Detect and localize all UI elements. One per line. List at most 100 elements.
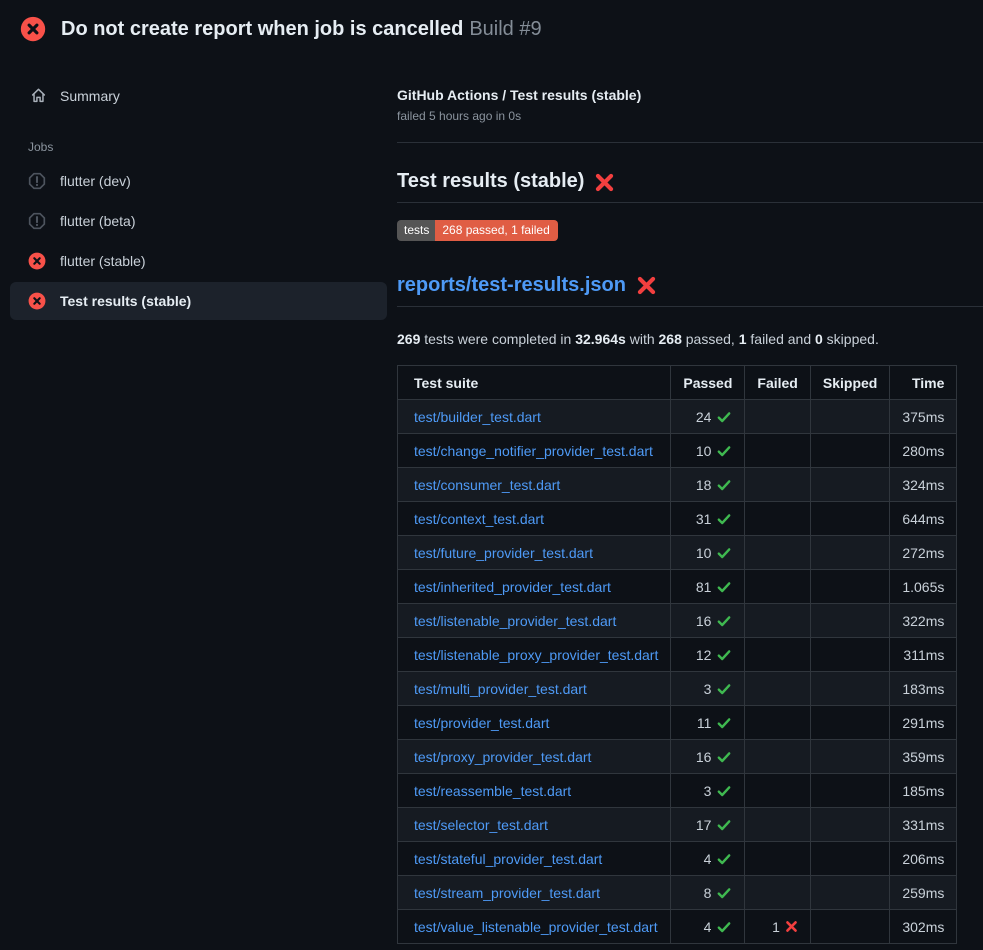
suite-link[interactable]: test/change_notifier_provider_test.dart xyxy=(414,443,653,459)
page-header: Do not create report when job is cancell… xyxy=(0,0,983,57)
suite-link[interactable]: test/listenable_proxy_provider_test.dart xyxy=(414,647,658,663)
test-results-table: Test suite Passed Failed Skipped Time te… xyxy=(397,365,957,944)
sidebar-item-job[interactable]: Test results (stable) xyxy=(10,282,387,320)
col-header-test-suite: Test suite xyxy=(398,366,671,400)
suite-link[interactable]: test/builder_test.dart xyxy=(414,409,541,425)
passed-count: 10 xyxy=(696,443,712,459)
check-icon xyxy=(716,477,732,493)
cancelled-icon xyxy=(28,212,46,230)
failed-cell xyxy=(745,740,810,774)
failed-cell xyxy=(745,434,810,468)
passed-cell: 4 xyxy=(671,842,745,876)
suite-link[interactable]: test/future_provider_test.dart xyxy=(414,545,593,561)
time-cell: 206ms xyxy=(890,842,957,876)
time-cell: 311ms xyxy=(890,638,957,672)
passed-cell: 16 xyxy=(671,604,745,638)
suite-link[interactable]: test/reassemble_test.dart xyxy=(414,783,571,799)
summary-label: Summary xyxy=(60,88,120,104)
passed-cell: 24 xyxy=(671,400,745,434)
job-label: Test results (stable) xyxy=(60,292,191,310)
passed-count: 4 xyxy=(704,851,712,867)
check-icon xyxy=(716,715,732,731)
time-cell: 322ms xyxy=(890,604,957,638)
suite-link[interactable]: test/stateful_provider_test.dart xyxy=(414,851,602,867)
sidebar-item-job[interactable]: flutter (dev) xyxy=(10,162,387,200)
suite-link[interactable]: test/value_listenable_provider_test.dart xyxy=(414,919,658,935)
suite-link[interactable]: test/consumer_test.dart xyxy=(414,477,560,493)
report-file-link[interactable]: reports/test-results.json xyxy=(397,274,626,297)
failed-cell: 1 xyxy=(745,910,810,944)
main-content: GitHub Actions / Test results (stable) f… xyxy=(397,57,983,944)
skipped-cell xyxy=(810,706,889,740)
badge-value: 268 passed, 1 failed xyxy=(435,220,557,241)
sidebar-item-job[interactable]: flutter (stable) xyxy=(10,242,387,280)
check-icon xyxy=(716,409,732,425)
check-icon xyxy=(716,511,732,527)
section-title: Test results (stable) xyxy=(397,170,983,203)
skipped-cell xyxy=(810,536,889,570)
suite-link[interactable]: test/proxy_provider_test.dart xyxy=(414,749,591,765)
skipped-cell xyxy=(810,570,889,604)
failed-cell xyxy=(745,842,810,876)
passed-cell: 11 xyxy=(671,706,745,740)
table-row: test/inherited_provider_test.dart 81 xyxy=(398,570,957,604)
col-header-time: Time xyxy=(890,366,957,400)
table-row: test/consumer_test.dart 18 xyxy=(398,468,957,502)
table-row: test/selector_test.dart 17 xyxy=(398,808,957,842)
section-title-text: Test results (stable) xyxy=(397,170,584,193)
passed-cell: 81 xyxy=(671,570,745,604)
passed-count: 24 xyxy=(696,409,712,425)
passed-count: 8 xyxy=(704,885,712,901)
passed-cell: 4 xyxy=(671,910,745,944)
passed-cell: 10 xyxy=(671,434,745,468)
suite-link[interactable]: test/context_test.dart xyxy=(414,511,544,527)
time-cell: 183ms xyxy=(890,672,957,706)
suite-link[interactable]: test/selector_test.dart xyxy=(414,817,548,833)
skipped-cell xyxy=(810,876,889,910)
time-cell: 185ms xyxy=(890,774,957,808)
suite-link[interactable]: test/stream_provider_test.dart xyxy=(414,885,600,901)
report-title: reports/test-results.json xyxy=(397,274,983,307)
failed-x-icon xyxy=(636,275,657,296)
table-row: test/stream_provider_test.dart 8 xyxy=(398,876,957,910)
sidebar-item-job[interactable]: flutter (beta) xyxy=(10,202,387,240)
passed-cell: 17 xyxy=(671,808,745,842)
skipped-cell xyxy=(810,400,889,434)
check-icon xyxy=(716,749,732,765)
table-row: test/stateful_provider_test.dart 4 xyxy=(398,842,957,876)
skipped-cell xyxy=(810,638,889,672)
suite-link[interactable]: test/listenable_provider_test.dart xyxy=(414,613,616,629)
time-cell: 644ms xyxy=(890,502,957,536)
failed-cell xyxy=(745,570,810,604)
status-line: failed 5 hours ago in 0s xyxy=(397,109,983,123)
time-cell: 291ms xyxy=(890,706,957,740)
passed-count: 12 xyxy=(696,647,712,663)
check-icon xyxy=(716,783,732,799)
skipped-cell xyxy=(810,604,889,638)
tests-badge: tests268 passed, 1 failed xyxy=(397,220,558,241)
suite-link[interactable]: test/provider_test.dart xyxy=(414,715,549,731)
build-title-text: Do not create report when job is cancell… xyxy=(61,18,463,40)
check-icon xyxy=(716,851,732,867)
skipped-cell xyxy=(810,910,889,944)
failed-cell xyxy=(745,468,810,502)
passed-count: 16 xyxy=(696,749,712,765)
table-row: test/builder_test.dart 24 xyxy=(398,400,957,434)
failed-cell xyxy=(745,604,810,638)
sidebar: Summary Jobs flutter (dev) flutter (beta… xyxy=(0,57,397,322)
failed-cell xyxy=(745,808,810,842)
sidebar-item-summary[interactable]: Summary xyxy=(0,81,397,110)
check-icon xyxy=(716,443,732,459)
summary-line: 269 tests were completed in 32.964s with… xyxy=(397,331,983,347)
suite-link[interactable]: test/inherited_provider_test.dart xyxy=(414,579,611,595)
table-row: test/change_notifier_provider_test.dart … xyxy=(398,434,957,468)
page-title: Do not create report when job is cancell… xyxy=(61,15,542,43)
failed-icon xyxy=(28,252,46,270)
time-cell: 331ms xyxy=(890,808,957,842)
passed-count: 17 xyxy=(696,817,712,833)
table-body: test/builder_test.dart 24 xyxy=(398,400,957,944)
failed-cell xyxy=(745,400,810,434)
failed-cell xyxy=(745,672,810,706)
passed-count: 31 xyxy=(696,511,712,527)
suite-link[interactable]: test/multi_provider_test.dart xyxy=(414,681,587,697)
